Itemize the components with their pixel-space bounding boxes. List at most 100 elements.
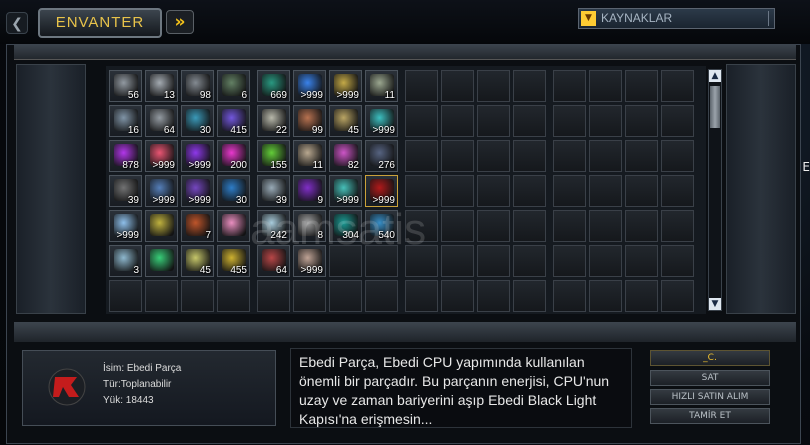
empty-slot[interactable] — [477, 70, 510, 102]
inventory-slot[interactable]: >999 — [145, 140, 178, 172]
inventory-slot[interactable]: 30 — [217, 175, 250, 207]
empty-slot[interactable] — [513, 245, 546, 277]
empty-slot[interactable] — [441, 140, 474, 172]
inventory-slot[interactable]: 540 — [365, 210, 398, 242]
empty-slot[interactable] — [625, 245, 658, 277]
empty-slot[interactable] — [513, 70, 546, 102]
inventory-slot[interactable]: >999 — [329, 175, 362, 207]
inventory-slot[interactable]: 16 — [109, 105, 142, 137]
empty-slot[interactable] — [477, 175, 510, 207]
inventory-slot[interactable]: 7 — [181, 210, 214, 242]
inventory-slot[interactable]: 11 — [293, 140, 326, 172]
inventory-slot[interactable]: 30 — [181, 105, 214, 137]
inventory-slot[interactable]: 45 — [181, 245, 214, 277]
empty-slot[interactable] — [441, 70, 474, 102]
inventory-slot[interactable] — [145, 210, 178, 242]
empty-slot[interactable] — [513, 280, 546, 312]
empty-slot[interactable] — [589, 210, 622, 242]
empty-slot[interactable] — [661, 140, 694, 172]
empty-slot[interactable] — [513, 175, 546, 207]
empty-slot[interactable] — [405, 70, 438, 102]
inventory-slot[interactable]: 56 — [109, 70, 142, 102]
empty-slot[interactable] — [589, 175, 622, 207]
empty-slot[interactable] — [553, 245, 586, 277]
empty-slot[interactable] — [441, 280, 474, 312]
empty-slot[interactable] — [513, 210, 546, 242]
inventory-slot[interactable]: 39 — [257, 175, 290, 207]
empty-slot[interactable] — [553, 140, 586, 172]
inventory-slot[interactable]: >999 — [293, 70, 326, 102]
empty-slot[interactable] — [293, 280, 326, 312]
empty-slot[interactable] — [553, 70, 586, 102]
inventory-slot[interactable]: >999 — [109, 210, 142, 242]
empty-slot[interactable] — [145, 280, 178, 312]
inventory-slot[interactable]: 22 — [257, 105, 290, 137]
empty-slot[interactable] — [405, 175, 438, 207]
empty-slot[interactable] — [405, 280, 438, 312]
empty-slot[interactable] — [441, 175, 474, 207]
empty-slot[interactable] — [553, 105, 586, 137]
inventory-slot[interactable]: 242 — [257, 210, 290, 242]
inventory-slot[interactable]: >999 — [365, 105, 398, 137]
empty-slot[interactable] — [441, 210, 474, 242]
inventory-slot[interactable]: 13 — [145, 70, 178, 102]
inventory-slot[interactable]: >999 — [329, 70, 362, 102]
inventory-slot[interactable]: >999 — [365, 175, 398, 207]
empty-slot[interactable] — [589, 280, 622, 312]
empty-slot[interactable] — [625, 70, 658, 102]
forward-icon[interactable]: » — [166, 10, 194, 34]
inventory-slot[interactable]: 304 — [329, 210, 362, 242]
empty-slot[interactable] — [589, 70, 622, 102]
empty-slot[interactable] — [661, 210, 694, 242]
inventory-slot[interactable]: >999 — [293, 245, 326, 277]
inventory-slot[interactable]: 8 — [293, 210, 326, 242]
empty-slot[interactable] — [661, 280, 694, 312]
empty-slot[interactable] — [553, 175, 586, 207]
inventory-slot[interactable]: 878 — [109, 140, 142, 172]
empty-slot[interactable] — [109, 280, 142, 312]
empty-slot[interactable] — [405, 105, 438, 137]
empty-slot[interactable] — [661, 175, 694, 207]
inventory-slot[interactable] — [145, 245, 178, 277]
empty-slot[interactable] — [477, 210, 510, 242]
scroll-thumb[interactable] — [710, 86, 720, 128]
inventory-slot[interactable]: 415 — [217, 105, 250, 137]
inventory-slot[interactable]: 64 — [145, 105, 178, 137]
inventory-slot[interactable]: 9 — [293, 175, 326, 207]
inventory-slot[interactable]: 64 — [257, 245, 290, 277]
inventory-slot[interactable]: 99 — [293, 105, 326, 137]
inventory-slot[interactable]: >999 — [145, 175, 178, 207]
inventory-slot[interactable]: 82 — [329, 140, 362, 172]
repair-button[interactable]: TAMİR ET — [650, 408, 770, 424]
inventory-slot[interactable]: 6 — [217, 70, 250, 102]
empty-slot[interactable] — [661, 105, 694, 137]
empty-slot[interactable] — [661, 70, 694, 102]
empty-slot[interactable] — [625, 105, 658, 137]
empty-slot[interactable] — [181, 280, 214, 312]
inventory-slot[interactable]: 98 — [181, 70, 214, 102]
empty-slot[interactable] — [365, 245, 398, 277]
empty-slot[interactable] — [441, 105, 474, 137]
inventory-slot[interactable]: >999 — [181, 140, 214, 172]
empty-slot[interactable] — [625, 175, 658, 207]
empty-slot[interactable] — [405, 210, 438, 242]
empty-slot[interactable] — [625, 280, 658, 312]
inventory-slot[interactable]: 45 — [329, 105, 362, 137]
empty-slot[interactable] — [257, 280, 290, 312]
grid-scrollbar[interactable]: ▲ ▼ — [708, 69, 722, 311]
empty-slot[interactable] — [553, 210, 586, 242]
inventory-slot[interactable]: 276 — [365, 140, 398, 172]
empty-slot[interactable] — [589, 105, 622, 137]
resource-dropdown[interactable]: ▼ KAYNAKLAR — [578, 8, 775, 29]
inventory-slot[interactable]: 155 — [257, 140, 290, 172]
empty-slot[interactable] — [405, 140, 438, 172]
empty-slot[interactable] — [217, 280, 250, 312]
scroll-down-icon[interactable]: ▼ — [709, 298, 721, 310]
empty-slot[interactable] — [329, 280, 362, 312]
empty-slot[interactable] — [477, 280, 510, 312]
empty-slot[interactable] — [441, 245, 474, 277]
empty-slot[interactable] — [477, 245, 510, 277]
back-icon[interactable]: ❮ — [6, 12, 28, 34]
empty-slot[interactable] — [513, 105, 546, 137]
empty-slot[interactable] — [513, 140, 546, 172]
